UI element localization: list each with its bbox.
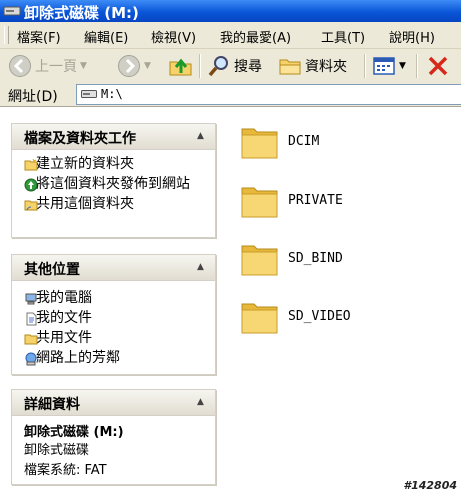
place-shared-documents[interactable]: 共用文件 (12, 330, 215, 347)
folders-button[interactable]: 資料夾 (278, 53, 347, 79)
folders-label: 資料夾 (305, 59, 347, 75)
address-value: M:\ (101, 87, 123, 101)
toolbar-separator (199, 54, 201, 78)
title-bar[interactable]: 卸除式磁碟 (M:) (0, 0, 461, 22)
other-places-title: 其他位置 (24, 262, 80, 278)
window-title: 卸除式磁碟 (M:) (24, 4, 139, 22)
forward-dropdown-icon[interactable]: ▼ (144, 61, 151, 71)
watermark-text: #142804 (403, 479, 457, 492)
details-pane: 詳細資料 ▲ 卸除式磁碟 (M:) 卸除式磁碟 檔案系統: FAT (11, 389, 216, 485)
removable-drive-icon (3, 6, 21, 16)
back-arrow-icon (9, 55, 31, 77)
menu-grip[interactable] (4, 26, 9, 44)
task-publish-web-label: 將這個資料夾發佈到網站 (36, 176, 190, 192)
toolbar-separator (364, 54, 366, 78)
views-button[interactable]: ▼ (372, 53, 406, 79)
other-places-pane: 其他位置 ▲ 我的電腦 我的文件 共用文件 網路上的芳鄰 (11, 254, 216, 375)
menu-edit[interactable]: 編輯(E) (84, 27, 128, 46)
folder-item[interactable]: DCIM (240, 123, 440, 163)
folder-up-icon (169, 58, 192, 76)
folder-icon (241, 245, 278, 276)
other-places-header[interactable]: 其他位置 ▲ (12, 255, 215, 281)
folder-icon (241, 187, 278, 218)
file-tasks-header[interactable]: 檔案及資料夾工作 ▲ (12, 124, 215, 150)
folder-icon (241, 303, 278, 334)
task-share-folder[interactable]: 共用這個資料夾 (12, 196, 215, 213)
new-folder-icon (24, 158, 38, 171)
collapse-chevron-icon[interactable]: ▲ (194, 396, 207, 409)
menu-bar: 檔案(F) 編輯(E) 檢視(V) 我的最愛(A) 工具(T) 說明(H) (0, 22, 461, 49)
details-title: 詳細資料 (24, 397, 80, 413)
place-my-documents-label: 我的文件 (36, 310, 92, 326)
search-button[interactable]: 搜尋 (207, 53, 262, 79)
search-label: 搜尋 (234, 59, 262, 75)
back-label: 上一頁 (35, 59, 77, 75)
address-input[interactable]: M:\ (76, 84, 461, 105)
views-icon (373, 57, 395, 75)
place-my-computer[interactable]: 我的電腦 (12, 290, 215, 307)
place-my-documents[interactable]: 我的文件 (12, 310, 215, 327)
folder-name: DCIM (288, 134, 320, 149)
details-filesystem: 檔案系統: FAT (24, 463, 107, 478)
folder-name: PRIVATE (288, 193, 343, 208)
toolbar: 上一頁 ▼ ▼ 搜尋 資料夾 ▼ (0, 48, 461, 84)
folder-icon (241, 128, 278, 159)
menu-view[interactable]: 檢視(V) (151, 27, 196, 46)
delete-button[interactable] (426, 53, 450, 79)
search-icon (208, 56, 228, 77)
toolbar-separator (416, 54, 418, 78)
share-folder-icon (24, 200, 38, 211)
folder-name: SD_VIDEO (288, 309, 351, 324)
drive-icon (81, 90, 97, 98)
menu-favorites[interactable]: 我的最愛(A) (220, 27, 291, 46)
menu-help[interactable]: 說明(H) (389, 27, 435, 46)
place-shared-documents-label: 共用文件 (36, 330, 92, 346)
address-bar: 網址(D) M:\ (0, 83, 461, 107)
my-documents-icon (26, 312, 37, 326)
place-my-computer-label: 我的電腦 (36, 290, 92, 306)
forward-button[interactable]: ▼ (117, 53, 151, 79)
task-new-folder-label: 建立新的資料夾 (36, 156, 134, 172)
details-header[interactable]: 詳細資料 ▲ (12, 390, 215, 416)
network-globe-icon (25, 352, 37, 366)
folder-item[interactable]: SD_BIND (240, 240, 440, 280)
globe-publish-icon (24, 178, 38, 192)
file-tasks-pane: 檔案及資料夾工作 ▲ 建立新的資料夾 將這個資料夾發佈到網站 共用這個資料夾 (11, 123, 216, 238)
close-x-icon (428, 56, 448, 76)
shared-documents-icon (24, 334, 38, 345)
my-computer-icon (25, 293, 37, 305)
task-new-folder[interactable]: 建立新的資料夾 (12, 156, 215, 173)
place-network-label: 網路上的芳鄰 (36, 350, 120, 366)
folder-item[interactable]: SD_VIDEO (240, 298, 440, 338)
up-button[interactable] (168, 53, 194, 79)
place-network[interactable]: 網路上的芳鄰 (12, 350, 215, 367)
folder-name: SD_BIND (288, 251, 343, 266)
details-name: 卸除式磁碟 (M:) (24, 425, 124, 440)
address-label: 網址(D) (8, 89, 58, 105)
back-dropdown-icon[interactable]: ▼ (80, 61, 87, 71)
menu-tools[interactable]: 工具(T) (321, 27, 365, 46)
task-share-folder-label: 共用這個資料夾 (36, 196, 134, 212)
task-publish-web[interactable]: 將這個資料夾發佈到網站 (12, 176, 215, 193)
folders-icon (279, 59, 301, 75)
collapse-chevron-icon[interactable]: ▲ (194, 130, 207, 143)
collapse-chevron-icon[interactable]: ▲ (194, 261, 207, 274)
back-button[interactable]: 上一頁 ▼ (8, 53, 87, 79)
folder-item[interactable]: PRIVATE (240, 182, 440, 222)
views-dropdown-icon[interactable]: ▼ (399, 61, 406, 71)
forward-arrow-icon (118, 55, 140, 77)
file-tasks-title: 檔案及資料夾工作 (24, 131, 136, 147)
menu-file[interactable]: 檔案(F) (17, 27, 61, 46)
details-type: 卸除式磁碟 (24, 443, 90, 458)
